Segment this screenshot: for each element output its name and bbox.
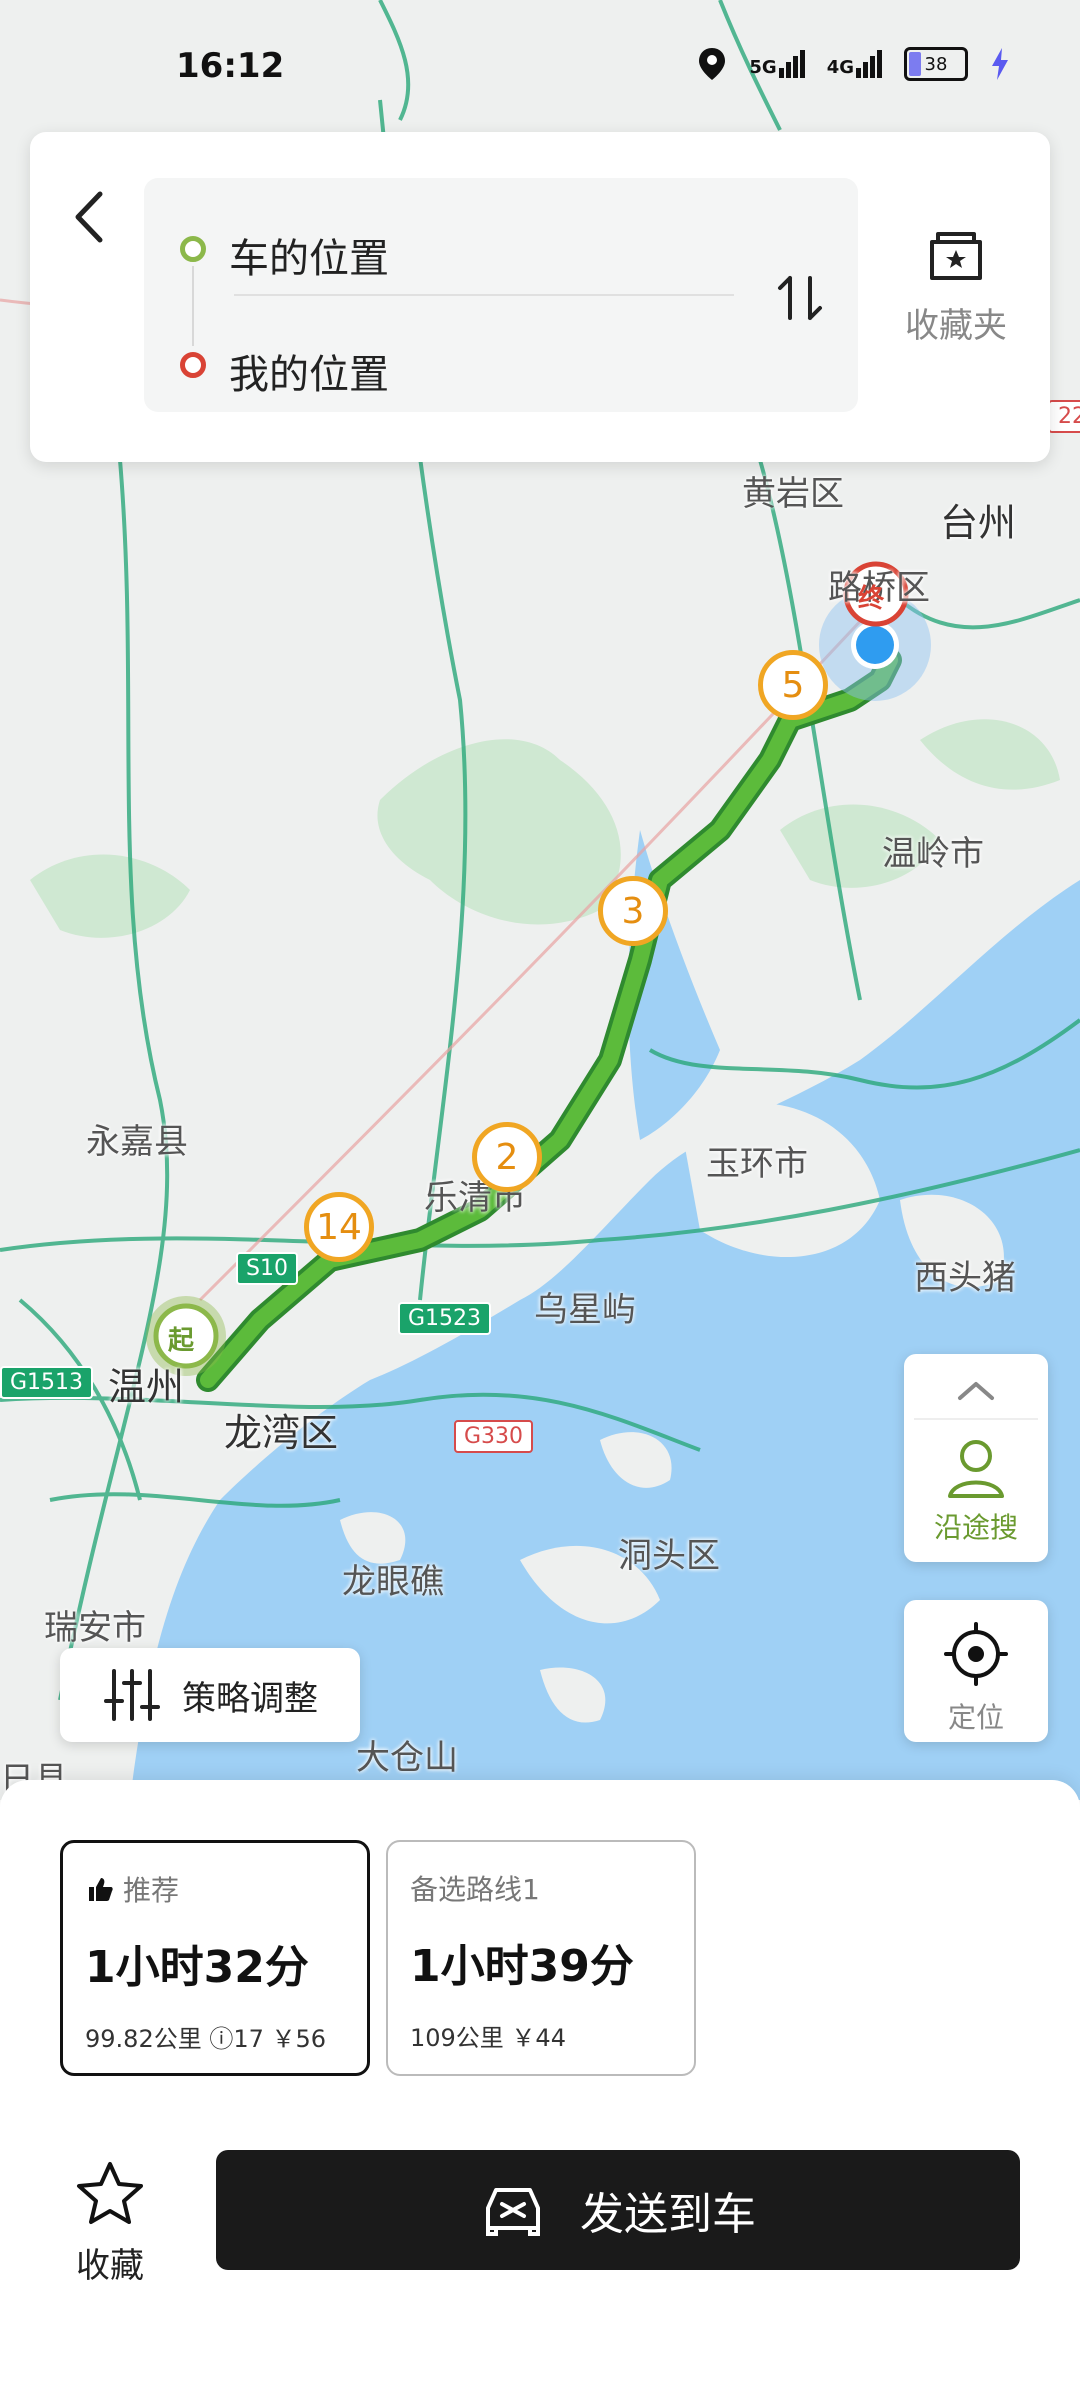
strategy-adjust-label: 策略调整 — [182, 1678, 318, 1719]
route-card-recommended[interactable]: 推荐 1小时32分 99.82公里 ⓘ17 ￥56 — [60, 1840, 370, 2076]
back-button[interactable] — [60, 182, 120, 252]
star-icon — [77, 2162, 143, 2224]
map-label-yongjia: 永嘉县 — [86, 1122, 188, 1162]
status-bar: 16:12 5G 4G 38 — [0, 0, 1080, 130]
map-label-dongtou: 洞头区 — [618, 1536, 720, 1576]
destination-field[interactable]: 我的位置 — [229, 342, 389, 400]
route-search-panel: 车的位置 我的位置 收藏夹 — [30, 132, 1050, 462]
battery-icon: 38 — [904, 47, 968, 81]
route-tag-label: 备选路线1 — [410, 1873, 540, 1906]
signal-4g-icon: 4G — [827, 50, 882, 78]
send-to-car-label: 发送到车 — [580, 2189, 756, 2240]
chevron-up-icon — [958, 1382, 994, 1400]
car-send-icon — [486, 2188, 540, 2236]
route-marker-14[interactable]: 14 — [304, 1192, 374, 1262]
route-duration: 1小时39分 — [410, 1941, 634, 1992]
battery-level: 38 — [924, 53, 948, 75]
route-meta: 99.82公里 ⓘ17 ￥56 — [85, 2025, 327, 2053]
start-marker: 起 — [168, 1326, 195, 1356]
along-route-search-label: 沿途搜 — [933, 1511, 1018, 1544]
route-marker-2[interactable]: 2 — [472, 1122, 542, 1192]
network-5g-label: 5G — [749, 57, 777, 78]
map-label-yuhuan: 玉环市 — [706, 1144, 808, 1184]
route-tag-label: 推荐 — [123, 1874, 180, 1907]
road-shield-g330: G330 — [454, 1420, 534, 1453]
route-options-sheet: 推荐 1小时32分 99.82公里 ⓘ17 ￥56 备选路线1 1小时39分 1… — [0, 1780, 1080, 2400]
swap-arrows-icon — [778, 276, 822, 320]
swap-button[interactable] — [770, 268, 830, 328]
map-label-taizhou: 台州 — [940, 501, 1017, 545]
map-label-wenling: 温岭市 — [882, 834, 984, 874]
origin-field[interactable]: 车的位置 — [229, 226, 389, 284]
status-icons: 5G 4G 38 — [697, 46, 1010, 82]
status-time: 16:12 — [176, 46, 285, 86]
favorite-button[interactable]: 收藏 — [60, 2160, 160, 2287]
route-duration: 1小时32分 — [85, 1942, 309, 1993]
signal-5g-icon: 5G — [749, 50, 805, 78]
location-icon — [699, 48, 726, 80]
favorites-folder-label: 收藏夹 — [905, 306, 1007, 346]
map-label-dacangshan: 大仓山 — [356, 1738, 458, 1778]
chevron-left-icon — [75, 191, 103, 243]
route-meta: 109公里 ￥44 — [410, 2024, 566, 2052]
folder-star-icon — [930, 232, 982, 280]
person-route-icon — [948, 1440, 1004, 1498]
route-marker-5[interactable]: 5 — [758, 650, 828, 720]
favorites-folder-button[interactable]: 收藏夹 — [886, 228, 1026, 347]
map-label-huangyan: 黄岩区 — [742, 474, 844, 514]
endpoint-divider — [234, 294, 734, 296]
send-to-car-button[interactable]: 发送到车 — [216, 2150, 1020, 2270]
road-shield-s10: S10 — [236, 1252, 298, 1285]
network-4g-label: 4G — [826, 57, 854, 78]
map-label-wuxingyu: 乌星屿 — [534, 1290, 636, 1330]
sliders-icon — [104, 1669, 160, 1721]
thumbs-up-icon — [89, 1878, 113, 1901]
strategy-adjust-button[interactable]: 策略调整 — [60, 1648, 360, 1742]
along-route-search-button[interactable]: 沿途搜 — [904, 1354, 1048, 1562]
map-label-ruian: 瑞安市 — [44, 1608, 146, 1648]
favorite-label: 收藏 — [76, 2246, 144, 2286]
route-marker-3[interactable]: 3 — [598, 876, 668, 946]
route-tag: 推荐 — [85, 1869, 345, 1909]
map-label-xitouzhu: 西头猪 — [914, 1258, 1016, 1298]
end-marker: 终 — [858, 584, 885, 614]
endpoint-connector — [192, 266, 194, 346]
destination-dot-icon — [180, 352, 206, 378]
map-label-longwan: 龙湾区 — [224, 1411, 339, 1455]
crosshair-icon — [944, 1622, 1008, 1686]
road-shield-g1523: G1523 — [398, 1302, 492, 1335]
route-endpoints-box: 车的位置 我的位置 — [144, 178, 858, 412]
origin-dot-icon — [180, 236, 206, 262]
locate-label: 定位 — [947, 1701, 1004, 1734]
route-card-alternative-1[interactable]: 备选路线1 1小时39分 109公里 ￥44 — [386, 1840, 696, 2076]
map-label-wenzhou: 温州 — [108, 1365, 185, 1409]
charging-icon — [992, 48, 1008, 80]
route-tag: 备选路线1 — [410, 1868, 672, 1908]
road-shield-g1513: G1513 — [0, 1366, 94, 1399]
map-label-longyanjiao: 龙眼礁 — [342, 1562, 444, 1602]
road-shield-edge: 22 — [1048, 400, 1080, 433]
locate-button[interactable]: 定位 — [904, 1600, 1048, 1742]
